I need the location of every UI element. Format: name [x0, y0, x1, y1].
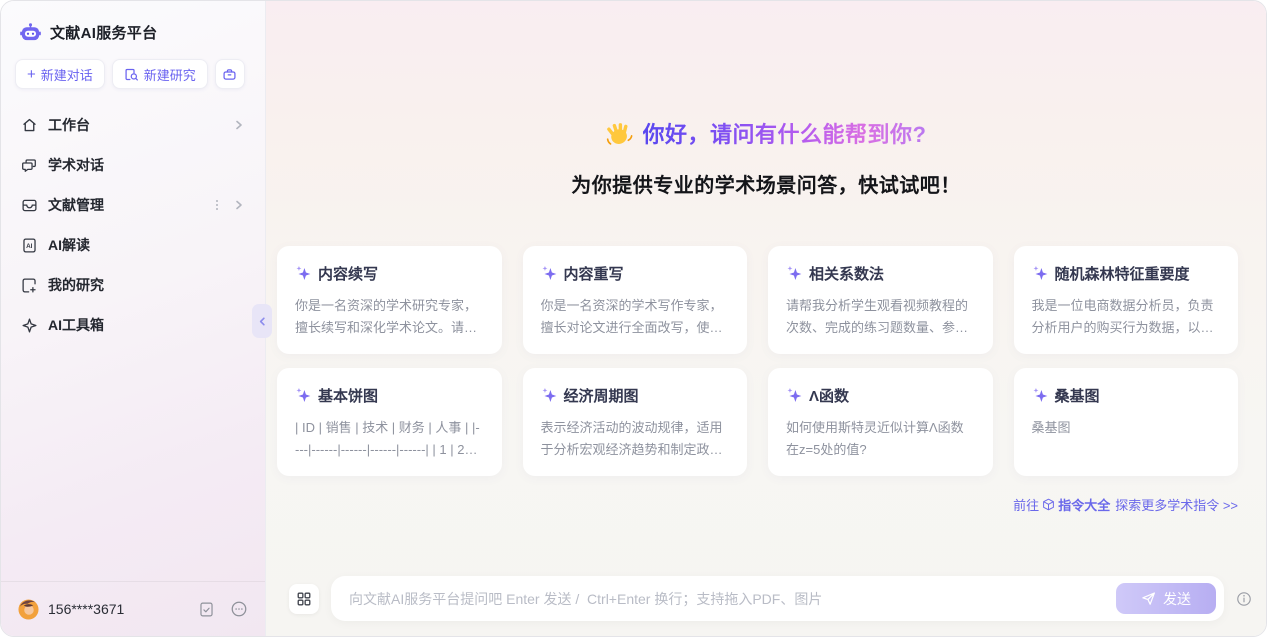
doc-search-icon: [124, 67, 139, 82]
svg-text:AI: AI: [26, 243, 33, 250]
card-desc: | ID | 销售 | 技术 | 财务 | 人事 | |----|------|…: [295, 417, 484, 461]
more-circle-icon[interactable]: [230, 600, 248, 618]
sparkle-outline-icon: [21, 317, 38, 334]
greeting-block: 你好，请问有什么能帮到你? 为你提供专业的学术场景问答，快试试吧！: [266, 117, 1266, 198]
card-title: 桑基图: [1055, 385, 1100, 406]
prompt-card-grid: 内容续写 你是一名资深的学术研究专家，擅长续写和深化学术论文。请你根据以下内 内…: [277, 246, 1238, 476]
prompt-card-lambda-function[interactable]: Λ函数 如何使用斯特灵近似计算Λ函数在z=5处的值?: [768, 368, 993, 476]
prompt-card-content-continue[interactable]: 内容续写 你是一名资深的学术研究专家，擅长续写和深化学术论文。请你根据以下内: [277, 246, 502, 354]
home-icon: [21, 117, 38, 134]
sparkle-icon: [295, 387, 311, 403]
doc-check-icon[interactable]: [198, 601, 215, 618]
new-research-button[interactable]: 新建研究: [112, 59, 208, 89]
prompt-card-correlation[interactable]: 相关系数法 请帮我分析学生观看视频教程的次数、完成的练习题数量、参与讨论的活跃度: [768, 246, 993, 354]
dots-vertical-icon[interactable]: [211, 199, 223, 211]
main-content: 你好，请问有什么能帮到你? 为你提供专业的学术场景问答，快试试吧！ 内容续写 你…: [266, 1, 1266, 636]
card-title: 经济周期图: [564, 385, 639, 406]
card-title: 内容续写: [318, 263, 378, 284]
greeting-title: 你好，请问有什么能帮到你?: [643, 117, 927, 149]
card-desc: 表示经济活动的波动规律，适用于分析宏观经济趋势和制定政策。: [541, 417, 730, 461]
sidebar-footer: 156****3671: [1, 581, 265, 636]
prompt-card-pie-chart[interactable]: 基本饼图 | ID | 销售 | 技术 | 财务 | 人事 | |----|--…: [277, 368, 502, 476]
sidebar: 文献AI服务平台 + 新建对话 新建研究: [1, 1, 266, 636]
app-title: 文献AI服务平台: [50, 22, 157, 43]
composer: 发送: [289, 576, 1252, 621]
briefcase-icon: [222, 67, 237, 82]
prompt-card-sankey[interactable]: 桑基图 桑基图: [1014, 368, 1239, 476]
send-button[interactable]: 发送: [1116, 583, 1216, 614]
prompt-gallery-row: 前往 指令大全 探索更多学术指令 >>: [266, 495, 1238, 514]
paper-plane-icon: [1141, 591, 1156, 606]
user-avatar[interactable]: [18, 599, 39, 620]
card-title: Λ函数: [809, 385, 849, 406]
sparkle-icon: [786, 265, 802, 281]
plus-icon: +: [27, 67, 36, 82]
ai-doc-icon: AI: [21, 237, 38, 254]
sidebar-menu: 工作台 学术对话: [1, 105, 265, 345]
card-desc: 如何使用斯特灵近似计算Λ函数在z=5处的值?: [786, 417, 975, 461]
greeting-subtitle: 为你提供专业的学术场景问答，快试试吧！: [266, 169, 1266, 198]
card-title: 内容重写: [564, 263, 624, 284]
sparkle-icon: [786, 387, 802, 403]
prompt-gallery-link[interactable]: 前往 指令大全 探索更多学术指令 >>: [1013, 495, 1238, 514]
wave-hand-icon: [606, 120, 633, 147]
sparkle-icon: [541, 387, 557, 403]
sparkle-icon: [1032, 387, 1048, 403]
card-title: 相关系数法: [809, 263, 884, 284]
sidebar-actions: + 新建对话 新建研究: [1, 59, 265, 89]
sparkle-icon: [541, 265, 557, 281]
card-desc: 你是一名资深的学术写作专家，擅长对论文进行全面改写，使其内容更加清: [541, 295, 730, 339]
sidebar-item-literature-management[interactable]: 文献管理: [11, 185, 255, 225]
card-title: 随机森林特征重要度: [1055, 263, 1190, 284]
chevron-right-icon[interactable]: [233, 119, 245, 131]
sidebar-header: 文献AI服务平台: [1, 1, 265, 59]
cube-icon: [1042, 498, 1055, 511]
sidebar-item-ai-toolbox[interactable]: AI工具箱: [11, 305, 255, 345]
grid-apps-button[interactable]: [289, 584, 319, 614]
sparkle-icon: [1032, 265, 1048, 281]
grid-apps-icon: [296, 591, 312, 607]
sidebar-item-workbench[interactable]: 工作台: [11, 105, 255, 145]
info-icon[interactable]: [1236, 591, 1252, 607]
card-desc: 桑基图: [1032, 417, 1221, 439]
toolbox-button[interactable]: [215, 59, 245, 89]
robot-logo-icon: [19, 21, 42, 44]
card-title: 基本饼图: [318, 385, 378, 406]
message-input[interactable]: [349, 591, 1106, 607]
user-phone: 156****3671: [48, 601, 124, 617]
sidebar-item-academic-chat[interactable]: 学术对话: [11, 145, 255, 185]
sidebar-collapse-handle[interactable]: [252, 304, 272, 338]
doc-plus-icon: [21, 277, 38, 294]
chevron-right-icon[interactable]: [233, 199, 245, 211]
app-window: 文献AI服务平台 + 新建对话 新建研究: [0, 0, 1267, 637]
message-input-container: 发送: [331, 576, 1224, 621]
sparkle-icon: [295, 265, 311, 281]
card-desc: 你是一名资深的学术研究专家，擅长续写和深化学术论文。请你根据以下内: [295, 295, 484, 339]
chevron-left-icon: [257, 316, 268, 327]
prompt-card-economic-cycle[interactable]: 经济周期图 表示经济活动的波动规律，适用于分析宏观经济趋势和制定政策。: [523, 368, 748, 476]
card-desc: 请帮我分析学生观看视频教程的次数、完成的练习题数量、参与讨论的活跃度: [786, 295, 975, 339]
card-desc: 我是一位电商数据分析员，负责分析用户的购买行为数据，以优化商品推荐系: [1032, 295, 1221, 339]
sidebar-item-ai-reading[interactable]: AI AI解读: [11, 225, 255, 265]
archive-icon: [21, 197, 38, 214]
new-chat-button[interactable]: + 新建对话: [15, 59, 105, 89]
prompt-card-random-forest[interactable]: 随机森林特征重要度 我是一位电商数据分析员，负责分析用户的购买行为数据，以优化商…: [1014, 246, 1239, 354]
chat-icon: [21, 157, 38, 174]
prompt-card-content-rewrite[interactable]: 内容重写 你是一名资深的学术写作专家，擅长对论文进行全面改写，使其内容更加清: [523, 246, 748, 354]
sidebar-item-my-research[interactable]: 我的研究: [11, 265, 255, 305]
